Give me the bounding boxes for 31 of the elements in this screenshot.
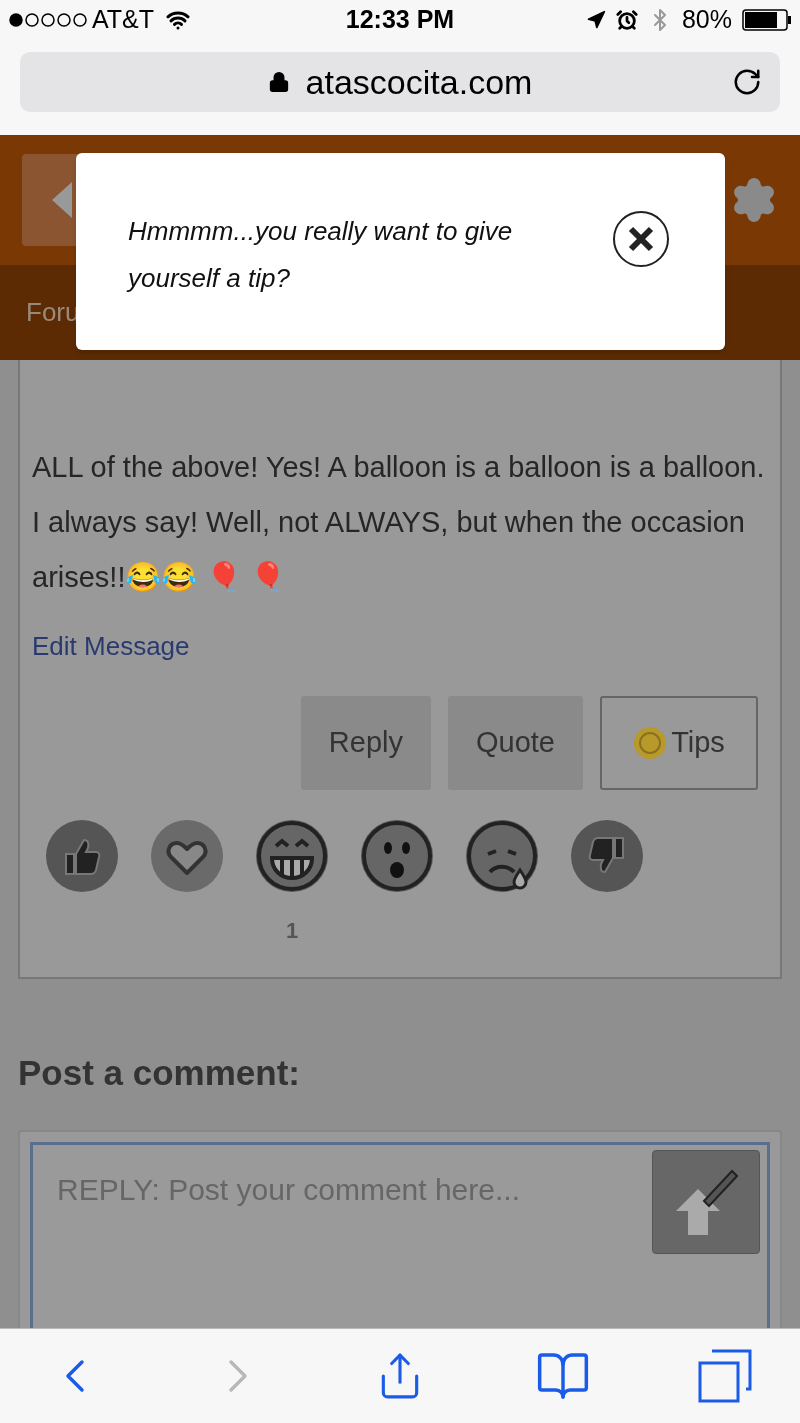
coin-icon — [633, 726, 668, 760]
carrier-label: AT&T — [92, 4, 155, 36]
reaction-count: 1 — [285, 917, 299, 945]
sad-reaction-icon[interactable] — [464, 818, 540, 894]
location-icon — [585, 10, 606, 30]
signal-icon — [8, 12, 88, 28]
battery-percent: 80% — [681, 4, 732, 36]
close-icon — [628, 226, 654, 252]
upload-button[interactable] — [652, 1149, 760, 1254]
reload-icon[interactable] — [732, 67, 762, 97]
battery-icon — [742, 9, 792, 31]
dialog-message: Hmmmm...you really want to give yourself a tip? — [128, 215, 514, 295]
address-bar[interactable]: atascocita.com — [20, 52, 780, 112]
like-reaction-icon[interactable] — [44, 818, 120, 894]
tabs-icon[interactable] — [698, 1349, 752, 1403]
edit-message-link[interactable]: Edit Message — [32, 627, 768, 666]
post-text: ALL of the above! Yes! A balloon is a balloon is a balloon. I always say! Well, not ALWAYS, but when the occasion arises!!😂😂 🎈 🎈 — [32, 451, 765, 593]
clock-time: 12:33 PM — [344, 4, 456, 36]
laugh-reaction-icon[interactable] — [254, 818, 330, 894]
action-button[interactable]: Quote — [448, 696, 583, 790]
wow-reaction-icon[interactable] — [359, 818, 435, 894]
action-button[interactable]: Reply — [300, 696, 431, 790]
url-text: atascocita.com — [305, 61, 533, 103]
dislike-reaction-icon[interactable] — [569, 818, 645, 894]
heart-reaction-icon[interactable] — [149, 818, 225, 894]
close-button[interactable] — [613, 211, 669, 267]
lock-icon — [267, 71, 290, 93]
upload-pencil-icon — [674, 1168, 738, 1235]
section-heading: Post a comment: — [18, 1052, 301, 1094]
alarm-icon — [615, 9, 638, 31]
tips-button[interactable]: Tips — [600, 696, 758, 790]
